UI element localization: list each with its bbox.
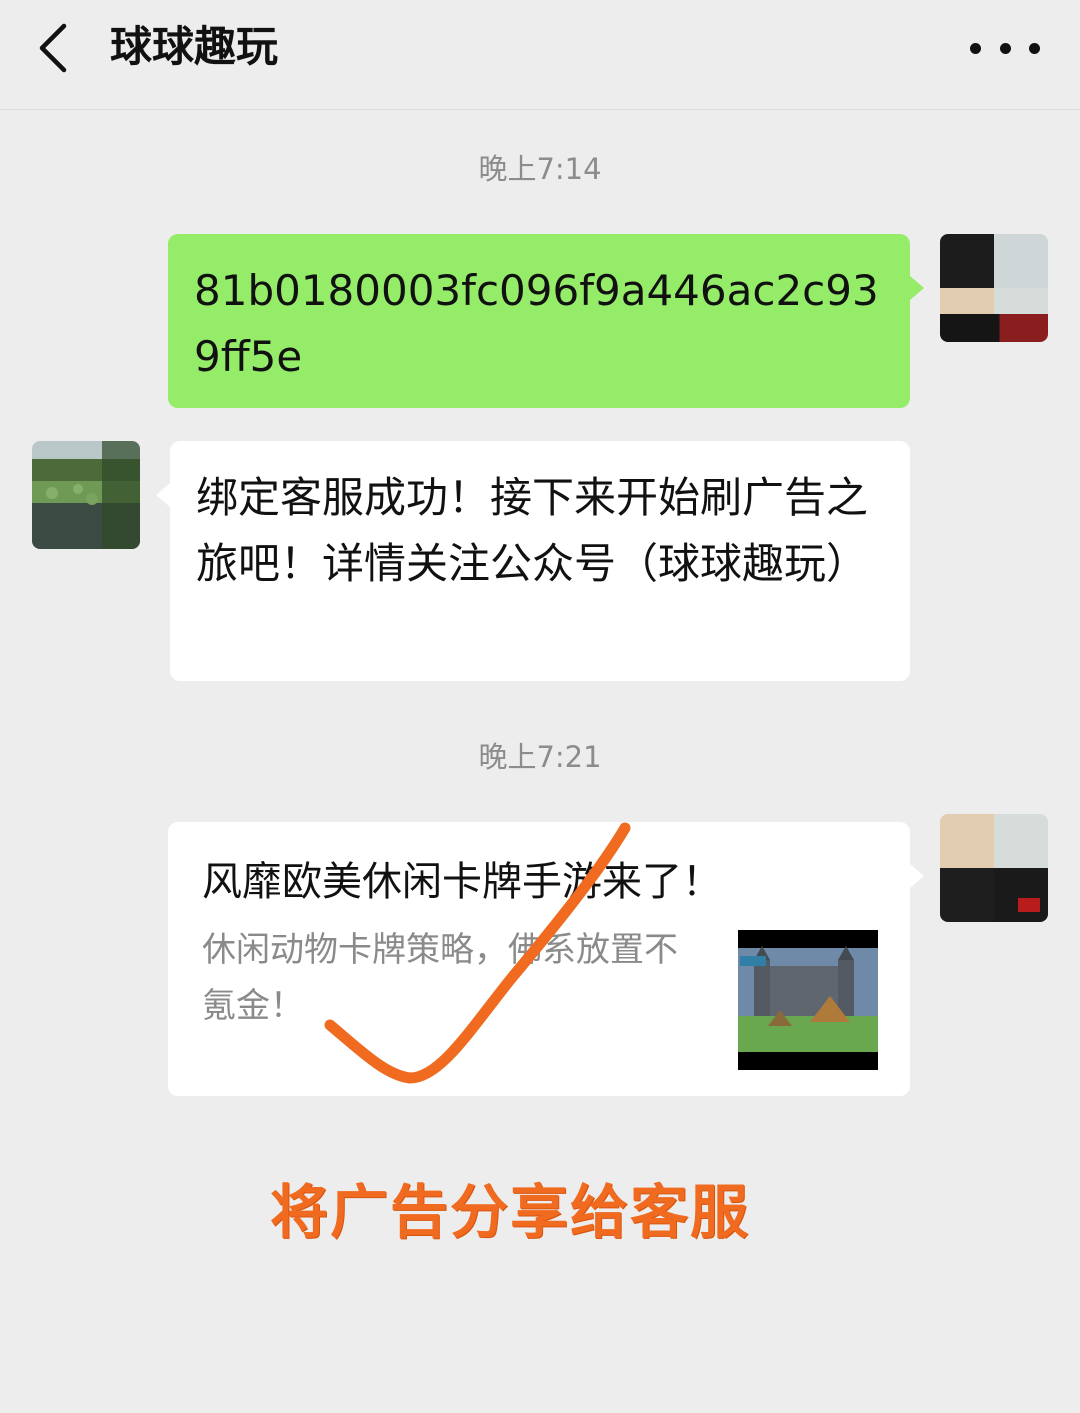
outgoing-message-bubble[interactable]: 81b0180003fc096f9a446ac2c939ff5e [168, 234, 924, 408]
bubble-tail [156, 483, 170, 507]
incoming-message-bubble[interactable]: 绑定客服成功！接下来开始刷广告之旅吧！详情关注公众号（球球趣玩） [156, 441, 910, 681]
bubble-tail [910, 864, 924, 888]
bubble-tail [910, 276, 924, 300]
annotation-caption: 将广告分享给客服 [270, 1178, 751, 1246]
card-description: 休闲动物卡牌策略，佛系放置不氪金！ [202, 930, 678, 1026]
timestamp: 晚上7:14 [478, 152, 602, 186]
more-dots-icon [970, 42, 981, 54]
chevron-left-icon [39, 23, 67, 73]
more-dot [1029, 42, 1040, 54]
card-thumbnail [738, 930, 878, 1070]
castle-thumbnail-image [738, 930, 878, 1070]
my-avatar[interactable] [940, 234, 1048, 342]
my-avatar[interactable] [940, 814, 1048, 922]
more-dot [999, 42, 1011, 54]
back-button[interactable] [28, 18, 88, 78]
chat-title: 球球趣玩 [110, 22, 279, 71]
lake-photo [32, 441, 140, 549]
contact-avatar[interactable] [32, 441, 140, 549]
card-title: 风靡欧美休闲卡牌手游来了！ [202, 859, 722, 905]
more-button[interactable] [970, 30, 1040, 66]
timestamp: 晚上7:21 [478, 740, 602, 774]
message-text: 绑定客服成功！接下来开始刷广告之旅吧！详情关注公众号（球球趣玩） [196, 473, 869, 588]
shared-link-card[interactable]: 风靡欧美休闲卡牌手游来了！ 休闲动物卡牌策略，佛系放置不氪金！ [168, 822, 924, 1096]
top-bar: 球球趣玩 [0, 0, 1080, 110]
message-text: 81b0180003fc096f9a446ac2c939ff5e [194, 266, 879, 381]
